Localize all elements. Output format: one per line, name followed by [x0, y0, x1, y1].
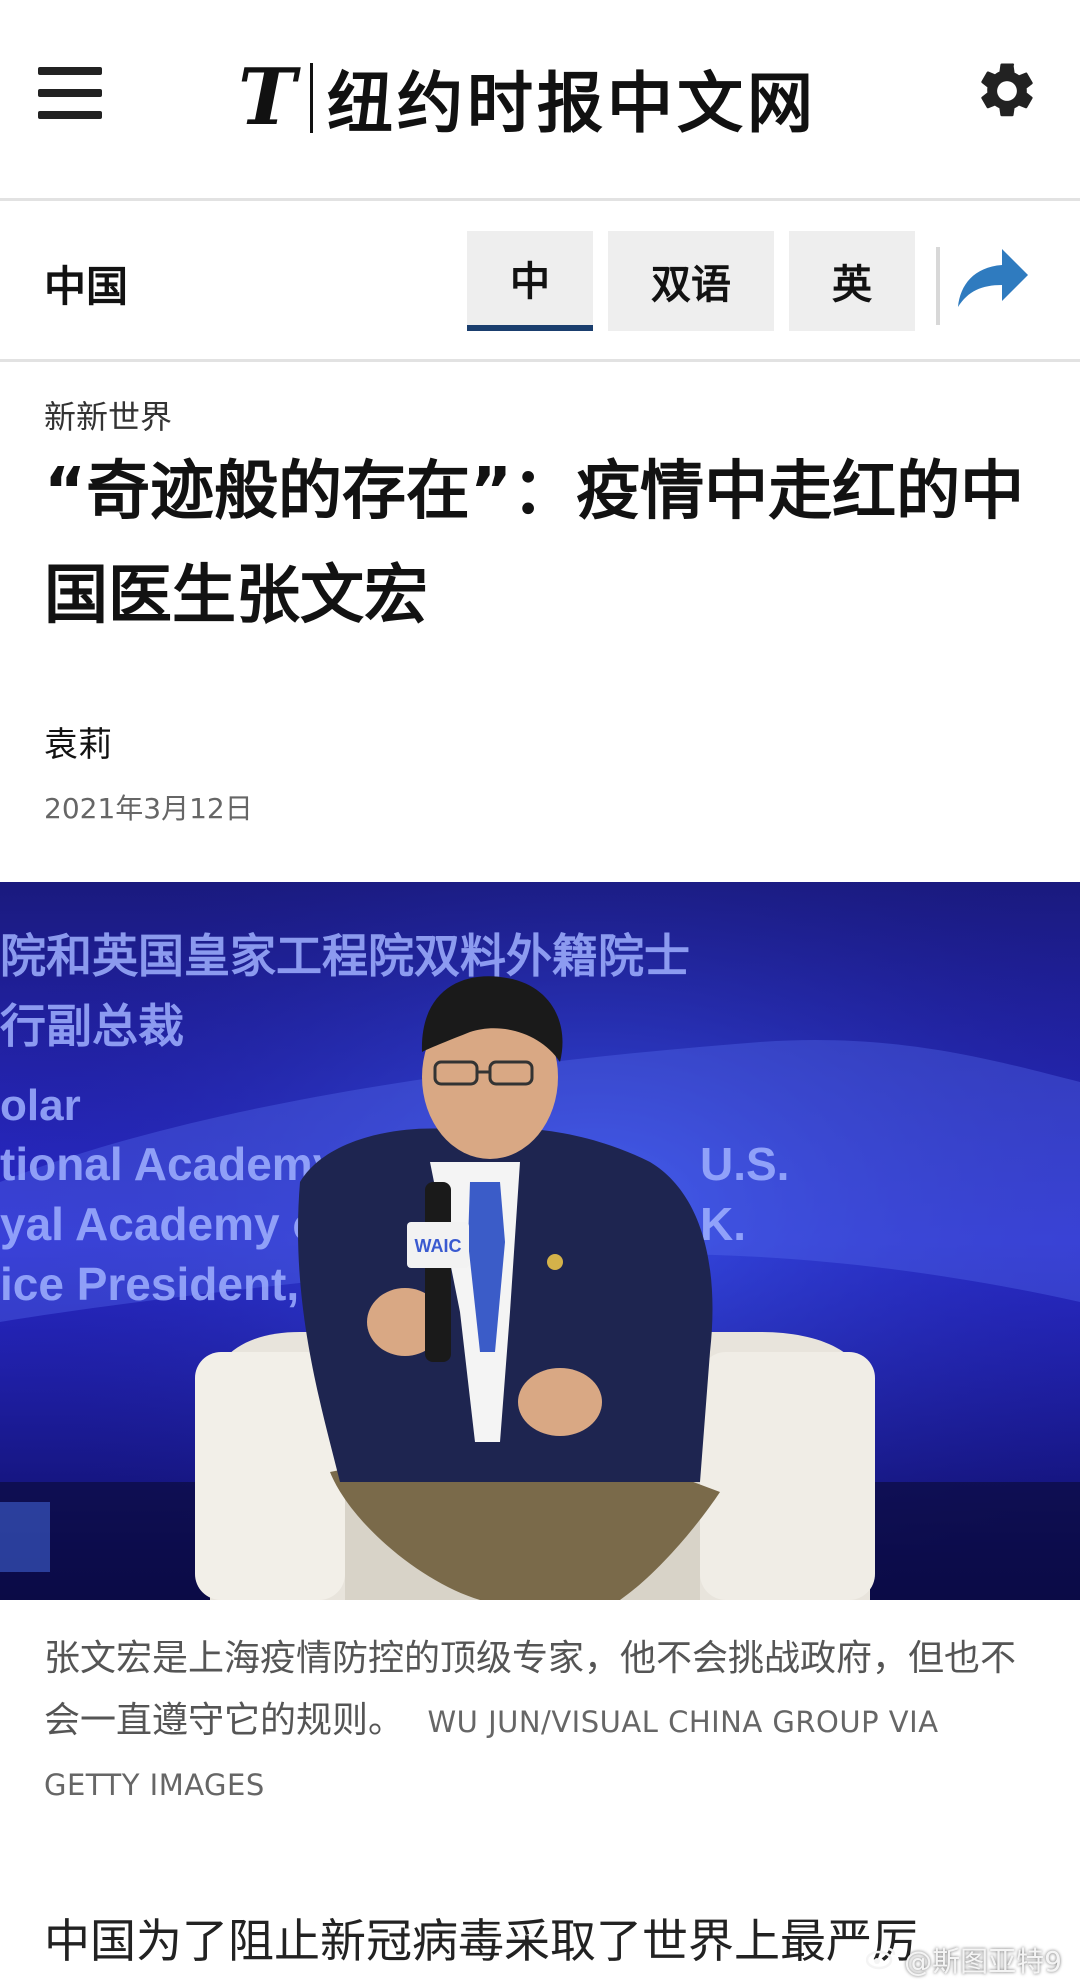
section-bar: 中国 中 双语 英: [0, 201, 1080, 362]
hamburger-menu-icon[interactable]: [38, 67, 102, 119]
backdrop-right-1: U.S.: [700, 1138, 789, 1190]
article-date: 2021年3月12日: [44, 792, 253, 825]
article-photo[interactable]: 院和英国皇家工程院双料外籍院士 行副总裁 olar tional Academy…: [0, 882, 1080, 1600]
backdrop-line-6: ice President, M: [0, 1258, 350, 1310]
article-author[interactable]: 袁莉: [44, 717, 112, 766]
tab-bilingual[interactable]: 双语: [608, 231, 774, 331]
tab-chinese[interactable]: 中: [467, 231, 593, 331]
tab-english[interactable]: 英: [789, 231, 915, 331]
site-logo[interactable]: T 纽约时报中文网: [238, 52, 817, 143]
masthead: T 纽约时报中文网: [0, 0, 1080, 201]
backdrop-right-2: K.: [700, 1198, 746, 1250]
article-headline: “奇迹般的存在”：疫情中走红的中国医生张文宏: [44, 455, 1025, 633]
logo-text: 纽约时报中文网: [327, 64, 818, 142]
gear-icon[interactable]: [974, 58, 1040, 124]
mic-flag-label: WAIC: [415, 1236, 462, 1256]
share-arrow-icon[interactable]: [952, 245, 1032, 315]
article-kicker[interactable]: 新新世界: [44, 392, 172, 438]
watermark-text: @斯图亚特9: [904, 1945, 1062, 1978]
weibo-logo-icon: [865, 1944, 896, 1977]
section-label[interactable]: 中国: [44, 253, 128, 314]
weibo-watermark: @斯图亚特9: [865, 1940, 1062, 1980]
backdrop-line-1: 院和英国皇家工程院双料外籍院士: [0, 930, 690, 982]
tab-divider: [936, 247, 940, 325]
nyt-t-logo-icon: T: [238, 52, 297, 143]
logo-divider: [310, 63, 314, 133]
backdrop-line-3: olar: [0, 1081, 81, 1130]
backdrop-line-2: 行副总裁: [0, 1000, 184, 1052]
photo-caption: 张文宏是上海疫情防控的顶级专家，他不会挑战政府，但也不会一直遵守它的规则。 WU…: [44, 1628, 1044, 1816]
